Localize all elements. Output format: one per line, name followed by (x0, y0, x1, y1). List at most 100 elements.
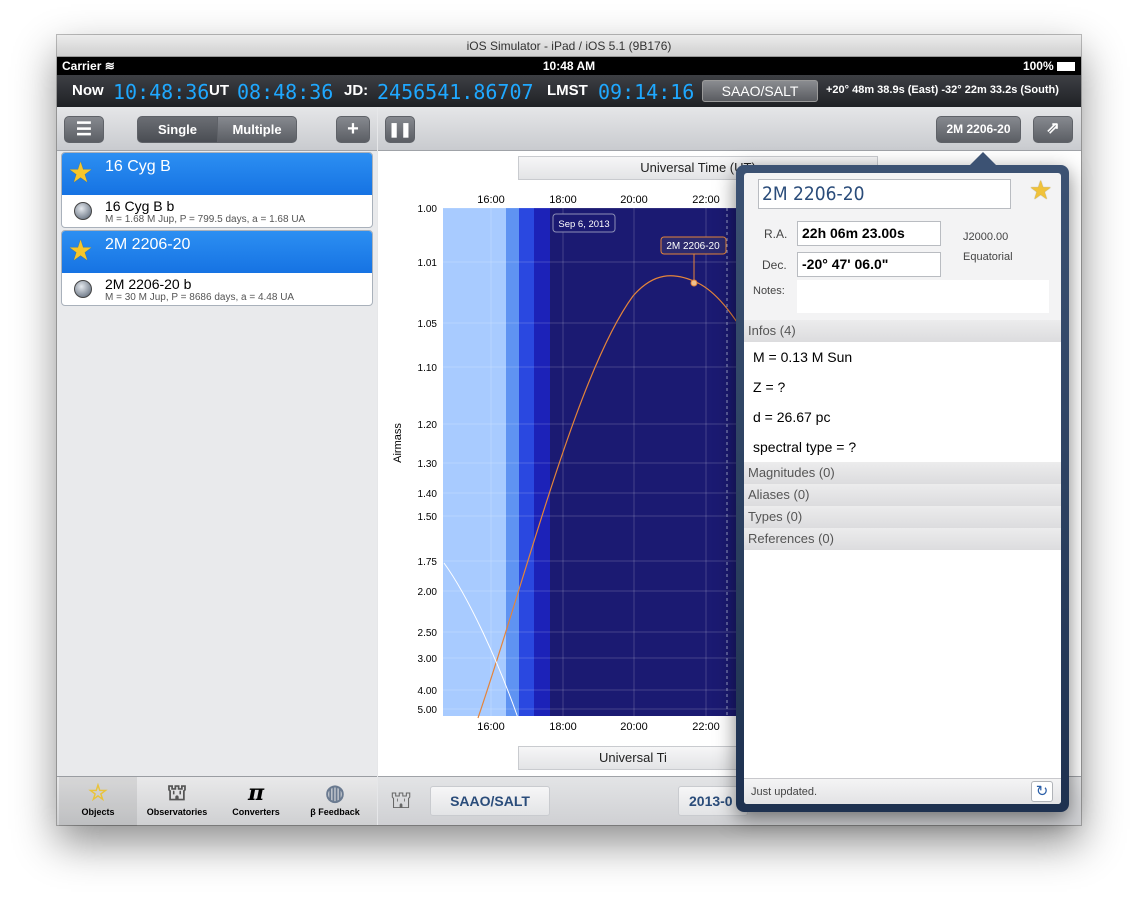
share-button[interactable]: ⇗ (1033, 116, 1073, 143)
target-marker (690, 279, 698, 287)
pause-icon: ❚❚ (388, 121, 412, 137)
dec-field[interactable]: -20° 47' 06.0" (797, 252, 941, 277)
object-name: 2M 2206-20 (105, 236, 191, 253)
notes-field[interactable] (797, 280, 1049, 313)
x-tick-label-top: 18:00 (549, 194, 577, 206)
references-section-header[interactable]: References (0) (744, 528, 1061, 550)
add-button[interactable]: + (336, 116, 370, 143)
right-toolbar: ❚❚ 2M 2206-20 ⇗ (378, 107, 1081, 151)
ra-field[interactable]: 22h 06m 23.00s (797, 221, 941, 246)
favorite-star-icon[interactable]: ★ (1029, 175, 1052, 206)
info-item: Z = ? (753, 379, 786, 395)
multiple-segment[interactable]: Multiple (217, 116, 297, 143)
telescope-icon[interactable]: ⛫ (390, 787, 412, 817)
lmst-value: 09:14:16 (598, 80, 695, 104)
target-label: 2M 2206-20 (666, 241, 720, 252)
notes-label: Notes: (753, 285, 785, 297)
aliases-section-header[interactable]: Aliases (0) (744, 484, 1061, 506)
star-icon[interactable]: ★ (68, 159, 93, 187)
magnitudes-section-header[interactable]: Magnitudes (0) (744, 462, 1061, 484)
ut-value: 08:48:36 (237, 80, 334, 104)
y-tick-label: 5.00 (418, 705, 438, 716)
list-item[interactable]: ★ 16 Cyg B 16 Cyg B b M = 1.68 M Jup, P … (61, 152, 373, 228)
y-tick-label: 2.50 (418, 628, 438, 639)
refresh-icon[interactable]: ↻ (1031, 781, 1053, 802)
status-clock: 10:48 AM (542, 59, 596, 73)
sky-band (506, 208, 519, 716)
left-toolbar: ☰ Single Multiple + (57, 107, 377, 151)
planet-params: M = 1.68 M Jup, P = 799.5 days, a = 1.68… (105, 214, 306, 225)
y-tick-label: 1.00 (418, 204, 438, 215)
tab-feedback[interactable]: ◍ β Feedback (296, 777, 374, 826)
info-item: M = 0.13 M Sun (753, 349, 853, 365)
x-tick-label-top: 22:00 (692, 194, 720, 206)
y-tick-label: 1.40 (418, 489, 438, 500)
planet-name: 2M 2206-20 b (105, 276, 192, 292)
ut-label: UT (209, 82, 229, 99)
lmst-label: LMST (547, 82, 588, 99)
battery-indicator: 100% (1023, 57, 1075, 75)
planet-name: 16 Cyg B b (105, 198, 175, 214)
y-tick-label: 1.01 (418, 258, 438, 269)
star-icon: ☆ (88, 780, 108, 805)
planet-row[interactable]: 16 Cyg B b M = 1.68 M Jup, P = 799.5 day… (62, 195, 372, 227)
y-axis-label: Airmass (392, 423, 404, 463)
tab-objects[interactable]: ☆ Objects (59, 777, 137, 826)
types-section-header[interactable]: Types (0) (744, 506, 1061, 528)
sky-band (519, 208, 534, 716)
object-name-field[interactable]: 2M 2206-20 (758, 179, 1011, 209)
object-button[interactable]: 2M 2206-20 (936, 116, 1021, 143)
tab-converters[interactable]: π Converters (217, 777, 295, 826)
planet-params: M = 30 M Jup, P = 8686 days, a = 4.48 UA (105, 292, 295, 303)
object-header[interactable]: ★ 16 Cyg B (62, 153, 372, 195)
y-tick-label: 2.00 (418, 587, 438, 598)
ra-label: R.A. (764, 227, 788, 241)
tab-observatories[interactable]: ⛫ Observatories (138, 777, 216, 826)
y-tick-label: 1.05 (418, 319, 438, 330)
y-tick-label: 3.00 (418, 654, 438, 665)
planet-row[interactable]: 2M 2206-20 b M = 30 M Jup, P = 8686 days… (62, 273, 372, 305)
single-segment[interactable]: Single (137, 116, 218, 143)
infos-section-header[interactable]: Infos (4) (744, 320, 1061, 342)
info-item: spectral type = ? (753, 439, 857, 455)
epoch-label: J2000.00 (963, 231, 1009, 243)
x-tick-label-top: 16:00 (477, 194, 505, 206)
share-icon: ⇗ (1046, 120, 1060, 137)
jd-value: 2456541.86707 (377, 80, 534, 104)
detail-empty-area (744, 550, 1061, 778)
telescope-icon: ⛫ (166, 780, 188, 805)
jd-label: JD: (344, 82, 369, 99)
now-label: Now (72, 82, 104, 99)
sky-band (443, 208, 506, 716)
window-title: iOS Simulator - iPad / iOS 5.1 (9B176) (57, 35, 1081, 57)
update-status: Just updated. (751, 786, 818, 798)
x-tick-label-bottom: 20:00 (620, 721, 648, 733)
list-icon: ☰ (75, 119, 93, 139)
object-list: ★ 16 Cyg B 16 Cyg B b M = 1.68 M Jup, P … (57, 151, 377, 776)
y-tick-label: 1.75 (418, 557, 438, 568)
popover-footer: Just updated. ↻ (744, 778, 1061, 804)
popover-arrow (969, 152, 997, 166)
status-bar: Carrier ≋ 10:48 AM 100% (57, 57, 1081, 75)
object-header[interactable]: ★ 2M 2206-20 (62, 231, 372, 273)
frame-label: Equatorial (963, 251, 1013, 263)
globe-icon: ◍ (325, 780, 345, 805)
info-item: d = 26.67 pc (753, 409, 831, 425)
date-label: Sep 6, 2013 (558, 219, 609, 230)
observatory-field[interactable]: SAAO/SALT (430, 786, 550, 816)
star-icon[interactable]: ★ (68, 237, 93, 265)
time-bar: Now 10:48:36 UT 08:48:36 JD: 2456541.867… (57, 75, 1081, 107)
y-tick-label: 1.50 (418, 512, 438, 523)
pause-button[interactable]: ❚❚ (385, 116, 415, 143)
battery-icon (1057, 62, 1075, 72)
y-tick-label: 1.10 (418, 363, 438, 374)
planet-icon (74, 280, 92, 298)
tab-bar: ☆ Objects ⛫ Observatories π Converters ◍… (57, 776, 377, 826)
list-item[interactable]: ★ 2M 2206-20 2M 2206-20 b M = 30 M Jup, … (61, 230, 373, 306)
y-tick-label: 1.30 (418, 459, 438, 470)
observatory-button[interactable]: SAAO/SALT (702, 80, 818, 102)
now-value: 10:48:36 (113, 80, 210, 104)
sky-band (534, 208, 550, 716)
planet-icon (74, 202, 92, 220)
menu-button[interactable]: ☰ (64, 116, 104, 143)
